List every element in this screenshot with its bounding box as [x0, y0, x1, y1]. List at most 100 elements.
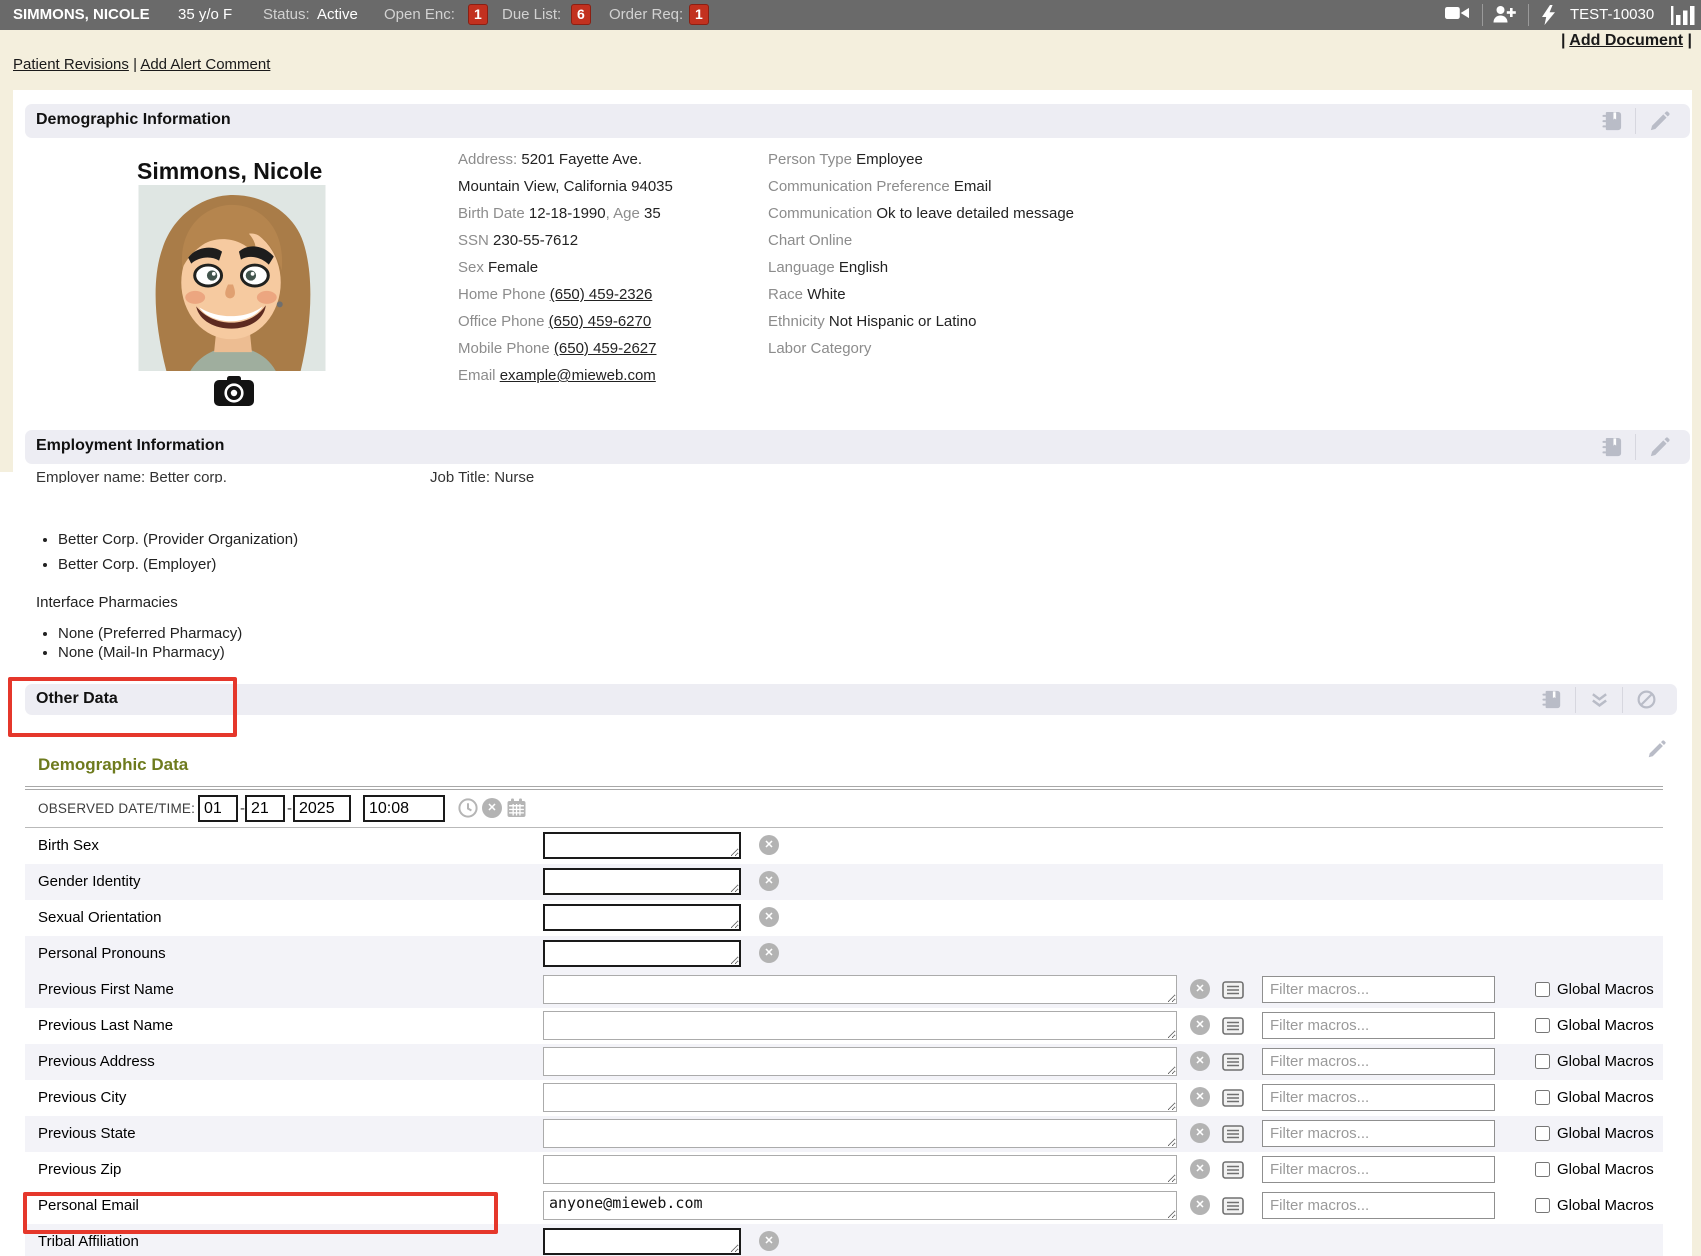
pencil-icon[interactable]: [1647, 740, 1666, 759]
lightning-icon[interactable]: [1542, 5, 1555, 29]
observed-year-input[interactable]: [293, 795, 351, 822]
observed-day-input[interactable]: [245, 795, 285, 822]
global-macros-checkbox[interactable]: [1535, 1198, 1550, 1213]
order-req-badge[interactable]: 1: [689, 4, 709, 25]
detail-label: Communication: [768, 205, 876, 222]
demographic-details-left: Address: 5201 Fayette Ave.Mountain View,…: [458, 146, 673, 389]
macro-list-icon[interactable]: [1222, 1161, 1244, 1179]
detail-line: SSN 230-55-7612: [458, 227, 673, 254]
pencil-icon[interactable]: [1647, 110, 1671, 132]
clear-icon[interactable]: ✕: [482, 798, 502, 818]
page-margin-left: [0, 90, 13, 472]
add-user-icon[interactable]: [1492, 5, 1517, 27]
macro-list-icon[interactable]: [1222, 1197, 1244, 1215]
detail-link[interactable]: (650) 459-6270: [549, 313, 652, 330]
filter-macros-input[interactable]: [1262, 1192, 1495, 1219]
global-macros-checkbox[interactable]: [1535, 1054, 1550, 1069]
due-list-badge[interactable]: 6: [571, 4, 591, 25]
birth-sex-textarea[interactable]: [543, 832, 741, 859]
previous-city-textarea[interactable]: [543, 1083, 1177, 1112]
filter-macros-input[interactable]: [1262, 1156, 1495, 1183]
add-alert-comment-link[interactable]: Add Alert Comment: [140, 56, 270, 73]
field-label-previous-state: Previous State: [38, 1116, 136, 1152]
video-camera-icon[interactable]: [1445, 5, 1469, 25]
camera-icon[interactable]: [214, 376, 254, 406]
field-label-gender-identity: Gender Identity: [38, 864, 141, 900]
sexual-orientation-textarea[interactable]: [543, 904, 741, 931]
observed-month-input[interactable]: [198, 795, 238, 822]
clear-icon[interactable]: ✕: [1190, 1159, 1210, 1179]
chart-id: TEST-10030: [1570, 6, 1654, 23]
previous-first-name-textarea[interactable]: [543, 975, 1177, 1004]
macro-list-icon[interactable]: [1222, 981, 1244, 999]
tribal-affiliation-textarea[interactable]: [543, 1228, 741, 1255]
detail-line: Ethnicity Not Hispanic or Latino: [768, 308, 1074, 335]
clear-icon[interactable]: ✕: [1190, 1195, 1210, 1215]
clear-icon[interactable]: ✕: [759, 907, 779, 927]
filter-macros-input[interactable]: [1262, 1084, 1495, 1111]
clear-icon[interactable]: ✕: [1190, 1123, 1210, 1143]
detail-value: Email: [954, 178, 992, 195]
previous-address-textarea[interactable]: [543, 1047, 1177, 1076]
clear-icon[interactable]: ✕: [1190, 1051, 1210, 1071]
clear-icon[interactable]: ✕: [1190, 1087, 1210, 1107]
clear-icon[interactable]: ✕: [759, 1231, 779, 1251]
detail-label: Sex: [458, 259, 488, 276]
filter-macros-input[interactable]: [1262, 1120, 1495, 1147]
detail-line: Race White: [768, 281, 1074, 308]
detail-link[interactable]: example@mieweb.com: [500, 367, 656, 384]
double-chevron-down-icon[interactable]: [1587, 689, 1611, 711]
macro-list-icon[interactable]: [1222, 1017, 1244, 1035]
filter-macros-input[interactable]: [1262, 1012, 1495, 1039]
gender-identity-textarea[interactable]: [543, 868, 741, 895]
clear-icon[interactable]: ✕: [1190, 1015, 1210, 1035]
global-macros-label: Global Macros: [1557, 1008, 1654, 1044]
journal-icon[interactable]: [1600, 436, 1624, 458]
observed-time-input[interactable]: [363, 795, 445, 822]
detail-value: Mountain View, California 94035: [458, 178, 673, 195]
personal-email-textarea[interactable]: [543, 1191, 1177, 1220]
disable-icon[interactable]: [1634, 689, 1658, 711]
form-row-previous-last-name: Previous Last Name✕Global Macros: [25, 1008, 1663, 1044]
add-document-link[interactable]: Add Document: [1569, 32, 1683, 49]
global-macros-checkbox[interactable]: [1535, 1018, 1550, 1033]
macro-list-icon[interactable]: [1222, 1125, 1244, 1143]
pharmacy-item: None (Mail-In Pharmacy): [58, 643, 242, 662]
open-enc-badge[interactable]: 1: [468, 4, 488, 25]
clear-icon[interactable]: ✕: [759, 871, 779, 891]
pencil-icon[interactable]: [1647, 436, 1671, 458]
macro-list-icon[interactable]: [1222, 1089, 1244, 1107]
personal-pronouns-textarea[interactable]: [543, 940, 741, 967]
form-row-previous-city: Previous City✕Global Macros: [25, 1080, 1663, 1116]
divider: [1622, 687, 1623, 713]
patient-banner: SIMMONS, NICOLE 35 y/o F Status: Active …: [0, 0, 1701, 30]
calendar-icon[interactable]: [506, 798, 526, 818]
detail-line: Communication Ok to leave detailed messa…: [768, 200, 1074, 227]
detail-link[interactable]: (650) 459-2627: [554, 340, 657, 357]
clear-icon[interactable]: ✕: [759, 835, 779, 855]
filter-macros-input[interactable]: [1262, 976, 1495, 1003]
section-header-demographic-information: Demographic Information: [25, 104, 1690, 138]
pipe: |: [1688, 32, 1692, 49]
clear-icon[interactable]: ✕: [759, 943, 779, 963]
macro-list-icon[interactable]: [1222, 1053, 1244, 1071]
global-macros-label: Global Macros: [1557, 1188, 1654, 1224]
bar-chart-icon[interactable]: [1671, 5, 1699, 29]
previous-state-textarea[interactable]: [543, 1119, 1177, 1148]
global-macros-checkbox[interactable]: [1535, 982, 1550, 997]
detail-link[interactable]: (650) 459-2326: [550, 286, 653, 303]
journal-icon[interactable]: [1600, 110, 1624, 132]
detail-label: Home Phone: [458, 286, 550, 303]
previous-zip-textarea[interactable]: [543, 1155, 1177, 1184]
filter-macros-input[interactable]: [1262, 1048, 1495, 1075]
patient-revisions-link[interactable]: Patient Revisions: [13, 56, 129, 73]
global-macros-label: Global Macros: [1557, 972, 1654, 1008]
global-macros-checkbox[interactable]: [1535, 1162, 1550, 1177]
clock-icon[interactable]: [458, 798, 478, 818]
global-macros-checkbox[interactable]: [1535, 1090, 1550, 1105]
previous-last-name-textarea[interactable]: [543, 1011, 1177, 1040]
journal-icon[interactable]: [1540, 689, 1564, 711]
global-macros-checkbox[interactable]: [1535, 1126, 1550, 1141]
field-label-tribal-affiliation: Tribal Affiliation: [38, 1224, 139, 1256]
clear-icon[interactable]: ✕: [1190, 979, 1210, 999]
